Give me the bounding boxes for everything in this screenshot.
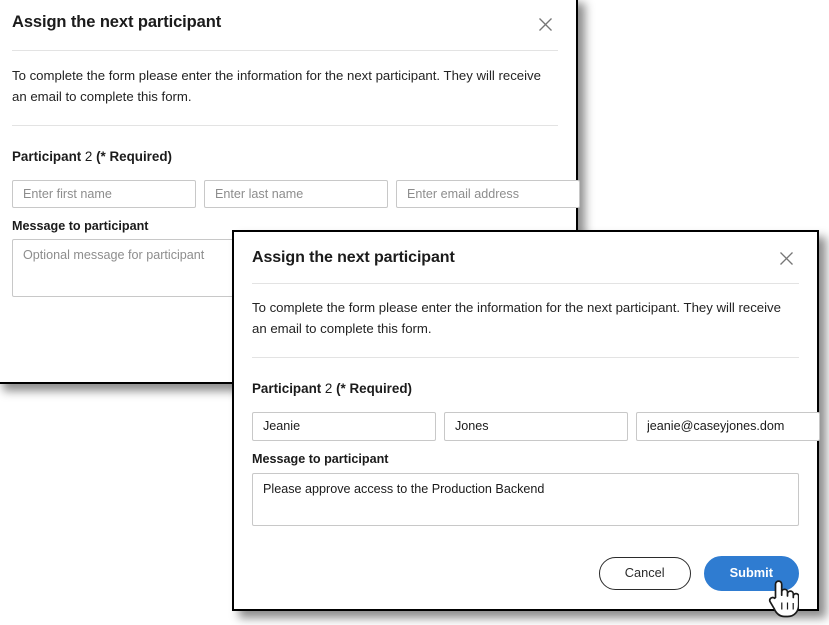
participant-label-required: (* Required): [96, 148, 172, 164]
page-title: Assign the next participant: [12, 13, 222, 31]
last-name-input[interactable]: [204, 179, 388, 208]
dialog-description: To complete the form please enter the in…: [252, 300, 781, 337]
header-divider: [12, 50, 558, 51]
page-title: Assign the next participant: [252, 249, 455, 266]
participant-fields-row: [12, 179, 580, 208]
close-icon: [779, 251, 794, 266]
message-label: Message to participant: [252, 451, 389, 466]
dialog-header: Assign the next participant: [12, 0, 558, 37]
last-name-input[interactable]: [444, 411, 628, 441]
assign-participant-dialog: Assign the next participant To complete …: [232, 230, 820, 611]
participant-fields-row: [252, 411, 820, 441]
email-input[interactable]: [636, 411, 820, 441]
participant-label-bold: Participant: [252, 380, 322, 396]
first-name-input[interactable]: [252, 411, 436, 441]
close-icon: [538, 17, 553, 32]
message-textarea[interactable]: Please approve access to the Production …: [252, 472, 799, 526]
description-divider: [12, 124, 558, 126]
dialog-description: To complete the form please enter the in…: [12, 68, 541, 105]
submit-button[interactable]: Submit: [703, 555, 799, 591]
cancel-button[interactable]: Cancel: [598, 556, 691, 590]
participant-label-number: 2: [321, 380, 337, 396]
dialog-footer: Cancel Submit: [252, 555, 799, 591]
participant-label-number: 2: [81, 148, 97, 164]
dialog-header: Assign the next participant: [252, 232, 799, 271]
participant-label-required: (* Required): [336, 380, 412, 396]
email-input[interactable]: [396, 179, 580, 208]
description-divider: [252, 356, 799, 358]
participant-section-label: Participant 2 (* Required): [12, 149, 558, 164]
header-divider: [252, 283, 799, 284]
first-name-input[interactable]: [12, 179, 196, 208]
participant-section-label: Participant 2 (* Required): [252, 381, 799, 396]
participant-label-bold: Participant: [12, 148, 82, 164]
close-button[interactable]: [773, 245, 799, 271]
screen-background: Assign the next participant To complete …: [0, 0, 829, 624]
close-button[interactable]: [532, 11, 558, 37]
